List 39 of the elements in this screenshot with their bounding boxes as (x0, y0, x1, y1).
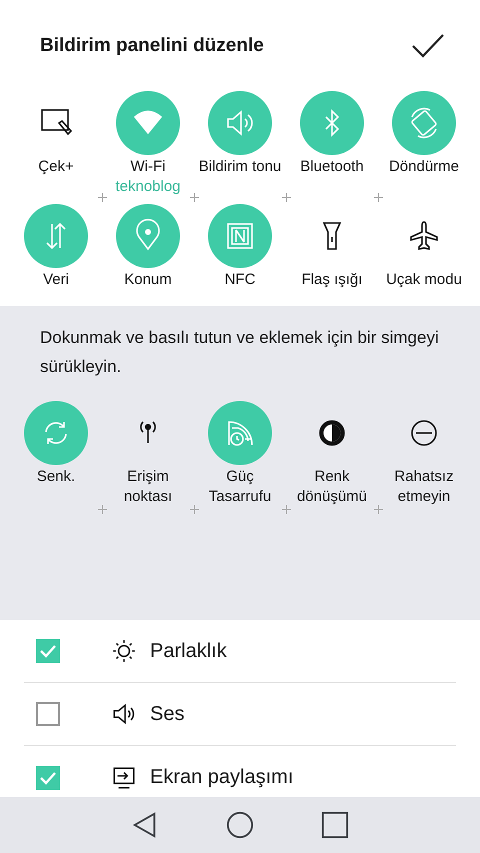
network-name: teknoblog (115, 177, 181, 197)
speaker-icon (111, 701, 137, 727)
recents-icon[interactable] (320, 811, 349, 839)
quick-setting-tile[interactable]: Bildirim tonu (194, 91, 286, 197)
home-icon[interactable] (226, 811, 254, 839)
quick-setting-tile[interactable]: Çek+ (10, 91, 102, 197)
plus-icon (374, 505, 383, 514)
screen-title: Bildirim panelini düzenle (40, 34, 264, 56)
plus-icon (190, 193, 199, 202)
plus-icon (282, 505, 291, 514)
plus-icon (98, 505, 107, 514)
quick-setting-tile[interactable]: Güç Tasarrufu (194, 401, 286, 507)
quick-setting-tile[interactable]: Bluetooth (286, 91, 378, 197)
quick-setting-tile[interactable]: Uçak modu (378, 204, 470, 290)
quick-setting-tile[interactable]: Döndürme (378, 91, 470, 197)
plus-icon (190, 505, 199, 514)
quick-setting-tile[interactable]: Erişim noktası (102, 401, 194, 507)
instruction-text: Dokunmak ve basılı tutun ve eklemek için bir simgeyi sürükleyin. (40, 327, 440, 378)
plus-icon (98, 193, 107, 202)
screen-share-icon (111, 764, 137, 790)
quick-setting-tile[interactable]: Renk dönüşümü (286, 401, 378, 507)
quick-setting-tile[interactable]: Senk. (10, 401, 102, 507)
sun-icon (111, 638, 137, 664)
checkbox[interactable] (36, 639, 60, 663)
quick-setting-tile[interactable]: Flaş ışığı (286, 204, 378, 290)
plus-icon (374, 193, 383, 202)
done-button[interactable] (411, 32, 445, 58)
quick-setting-tile[interactable]: Wi-Fi teknoblog (102, 91, 194, 197)
option-label: Parlaklık (150, 640, 227, 662)
option-label: Ses (150, 702, 184, 726)
quick-setting-tile[interactable]: Veri (10, 204, 102, 290)
quick-setting-tile[interactable]: Rahatsız etmeyin (378, 401, 470, 507)
quick-setting-tile[interactable]: Konum (102, 204, 194, 290)
checkbox[interactable] (36, 766, 60, 790)
plus-icon (282, 193, 291, 202)
quick-setting-tile[interactable]: NFC (194, 204, 286, 290)
option-label: Ekran paylaşımı (150, 766, 294, 789)
checkbox[interactable] (36, 702, 60, 726)
check-icon (411, 32, 445, 58)
